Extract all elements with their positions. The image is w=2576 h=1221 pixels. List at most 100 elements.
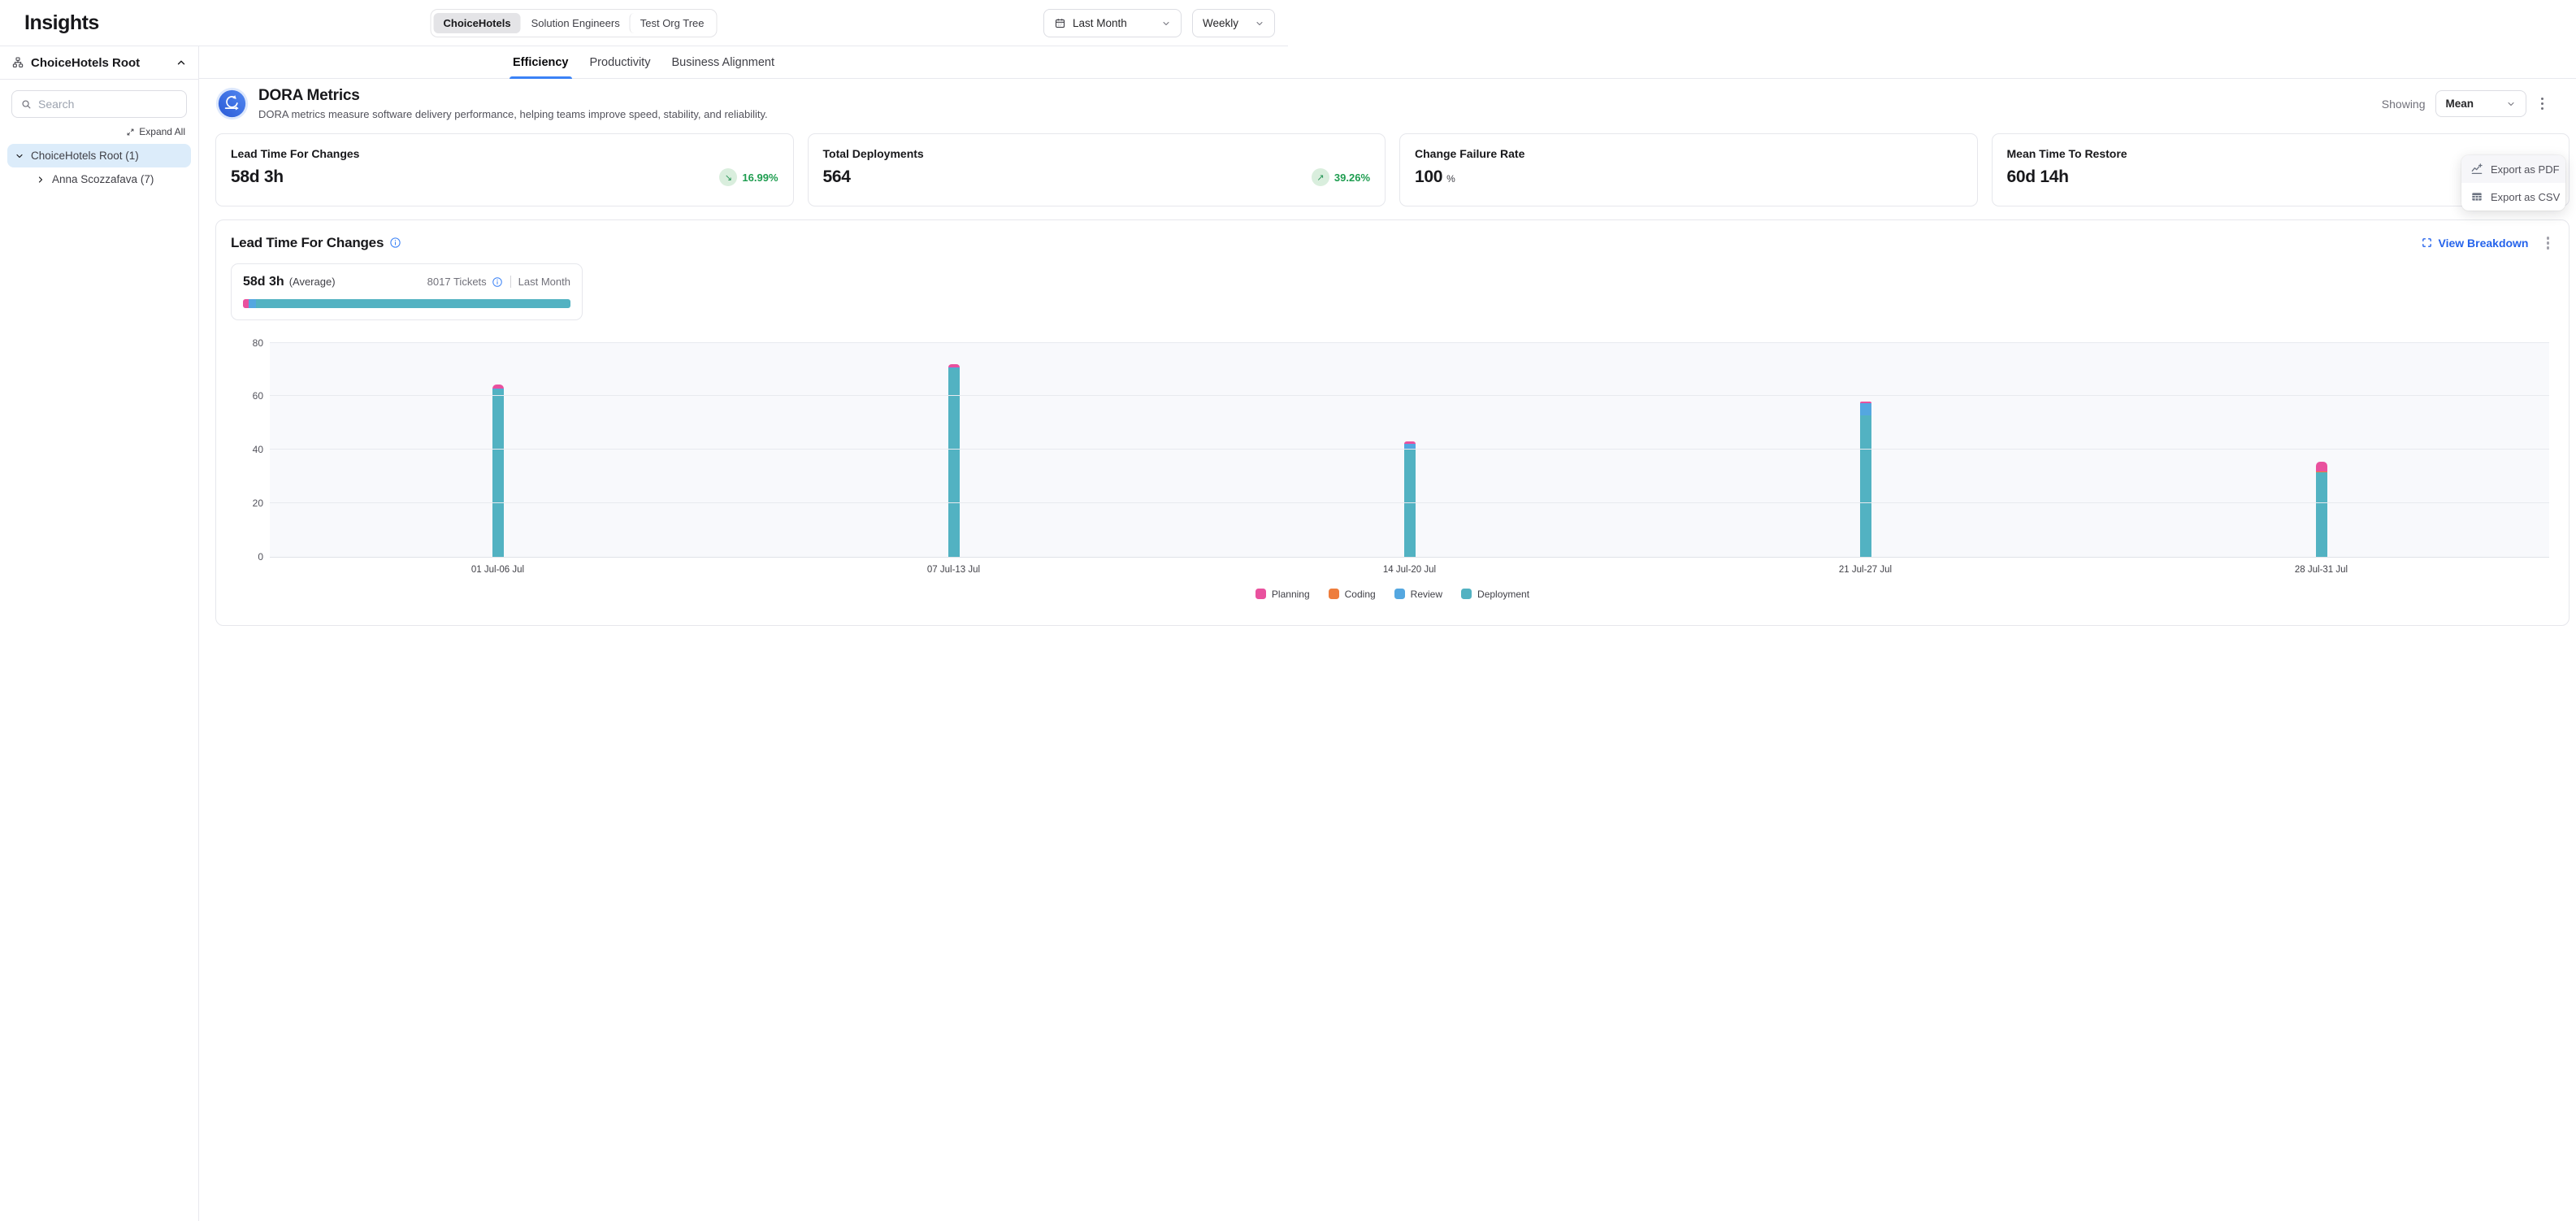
- tab-bar: Efficiency Productivity Business Alignment: [199, 46, 2576, 79]
- bar-segment-deployment: [492, 389, 504, 556]
- search-input[interactable]: [38, 98, 178, 111]
- legend-item-review: Review: [1394, 589, 1442, 600]
- tree-item-label: Anna Scozzafava (7): [52, 173, 154, 185]
- aggregation-dropdown[interactable]: Mean: [2435, 90, 2526, 117]
- chevron-down-icon: [2506, 99, 2516, 109]
- stacked-bar: [1860, 343, 1871, 557]
- metric-card-value-row: 564 ↗39.26%: [823, 167, 1371, 187]
- org-tree-sidebar: ChoiceHotels Root Expand All ChoiceHotel…: [0, 46, 199, 1221]
- expand-all-label: Expand All: [139, 126, 185, 137]
- expand-view-icon: [2421, 237, 2433, 249]
- export-menu: Export as PDFExport as CSV: [2461, 155, 2565, 211]
- tab-label: Business Alignment: [671, 56, 774, 69]
- lead-time-summary-card: 58d 3h (Average) 8017 Tickets Last Month: [231, 263, 583, 320]
- dora-description: DORA metrics measure software delivery p…: [258, 108, 768, 120]
- menu-item-export-as-csv[interactable]: Export as CSV: [2461, 183, 2565, 211]
- tree-item[interactable]: ChoiceHotels Root (1): [7, 144, 191, 167]
- collapse-sidebar-button[interactable]: [176, 57, 187, 68]
- bar-segment-planning: [2316, 462, 2327, 471]
- bar-segment-deployment: [2316, 472, 2327, 556]
- trend-up-icon: ↗: [1312, 168, 1329, 186]
- metric-card-value-row: 58d 3h↘16.99%: [231, 167, 778, 187]
- x-axis-label: 07 Jul-13 Jul: [726, 565, 1182, 575]
- metric-card-value-row: 100%: [1415, 167, 1962, 187]
- summary-value: 58d 3h: [243, 275, 284, 289]
- legend-label: Coding: [1345, 589, 1376, 600]
- metric-card-title: Total Deployments: [823, 147, 1371, 160]
- org-tree-icon: [11, 56, 24, 69]
- stacked-bar: [1404, 343, 1416, 557]
- bar-slot: [1182, 343, 1637, 557]
- metric-card-value: 60d 14h: [2007, 167, 2069, 187]
- expand-all-icon: [126, 128, 135, 137]
- trend-badge: ↘16.99%: [719, 168, 778, 186]
- metric-card: Change Failure Rate 100%: [1399, 133, 1978, 206]
- y-axis-tick-label: 40: [232, 444, 263, 455]
- trend-badge: ↗39.26%: [1312, 168, 1370, 186]
- metric-card-value: 100: [1415, 167, 1442, 187]
- y-axis-tick-label: 80: [232, 337, 263, 349]
- search-icon: [20, 98, 33, 111]
- info-icon[interactable]: [389, 237, 401, 249]
- chevron-right-icon[interactable]: [36, 175, 46, 185]
- tab-efficiency[interactable]: Efficiency: [513, 46, 569, 79]
- org-switcher-option-choicehotels[interactable]: ChoiceHotels: [434, 13, 521, 33]
- view-breakdown-button[interactable]: View Breakdown: [2421, 237, 2528, 250]
- tab-business-alignment[interactable]: Business Alignment: [671, 46, 774, 79]
- view-breakdown-label: View Breakdown: [2438, 237, 2528, 250]
- metric-card-value: 564: [823, 167, 851, 187]
- distribution-segment-review: [249, 299, 256, 308]
- stacked-bar: [948, 343, 960, 557]
- app-header: Insights ChoiceHotelsSolution EngineersT…: [0, 0, 1288, 46]
- page-title: Insights: [24, 11, 99, 35]
- metric-card: Lead Time For Changes 58d 3h↘16.99%: [215, 133, 794, 206]
- gridline: [270, 502, 2549, 503]
- bar-segment-review: [1860, 403, 1871, 415]
- metric-card-title: Lead Time For Changes: [231, 147, 778, 160]
- trend-delta: 16.99%: [742, 172, 778, 184]
- stacked-bar: [2316, 343, 2327, 557]
- menu-item-export-as-pdf[interactable]: Export as PDF: [2461, 155, 2565, 183]
- dora-more-options-button[interactable]: [2536, 94, 2549, 114]
- expand-all-button[interactable]: Expand All: [13, 126, 185, 137]
- period-dropdown[interactable]: Last Month: [1043, 9, 1182, 37]
- metric-card-title: Change Failure Rate: [1415, 147, 1962, 160]
- tree-item[interactable]: Anna Scozzafava (7): [7, 167, 191, 191]
- org-switcher-option-test-org-tree[interactable]: Test Org Tree: [630, 13, 714, 33]
- sidebar-title: ChoiceHotels Root: [31, 56, 169, 70]
- aggregation-dropdown-value: Mean: [2446, 98, 2474, 110]
- info-icon[interactable]: [492, 276, 503, 288]
- org-switcher: ChoiceHotelsSolution EngineersTest Org T…: [431, 9, 718, 37]
- chart-legend: PlanningCodingReviewDeployment: [231, 589, 2554, 600]
- legend-item-planning: Planning: [1255, 589, 1310, 600]
- lead-time-card: Lead Time For Changes V: [215, 219, 2569, 626]
- bar-slot: [270, 343, 726, 557]
- legend-swatch: [1329, 589, 1339, 599]
- tree-item-label: ChoiceHotels Root (1): [31, 150, 139, 162]
- bar-slot: [2093, 343, 2549, 557]
- tab-productivity[interactable]: Productivity: [590, 46, 651, 79]
- search-box: [11, 90, 187, 118]
- table-icon: [2470, 190, 2483, 203]
- chart-more-options-button[interactable]: [2542, 233, 2555, 253]
- metric-card-value-suffix: %: [1446, 173, 1455, 187]
- gridline: [270, 395, 2549, 396]
- main-area: Efficiency Productivity Business Alignment: [199, 46, 2576, 1221]
- x-axis-label: 28 Jul-31 Jul: [2093, 565, 2549, 575]
- org-switcher-option-solution-engineers[interactable]: Solution Engineers: [521, 13, 630, 33]
- org-tree: ChoiceHotels Root (1) Anna Scozzafava (7): [0, 144, 198, 191]
- x-axis-label: 01 Jul-06 Jul: [270, 565, 726, 575]
- metric-card: Total Deployments 564 ↗39.26%: [808, 133, 1386, 206]
- x-axis-label: 21 Jul-27 Jul: [1637, 565, 2093, 575]
- granularity-dropdown-value: Weekly: [1203, 17, 1238, 29]
- granularity-dropdown[interactable]: Weekly: [1192, 9, 1275, 37]
- summary-qualifier: (Average): [289, 276, 336, 288]
- tab-label: Efficiency: [513, 56, 569, 69]
- calendar-icon: [1054, 17, 1066, 29]
- chart-plot-area: 020406080: [270, 342, 2549, 558]
- showing-label: Showing: [2382, 98, 2426, 111]
- legend-swatch: [1461, 589, 1472, 599]
- legend-swatch: [1255, 589, 1266, 599]
- chevron-down-icon[interactable]: [15, 151, 24, 161]
- bar-segment-deployment: [948, 368, 960, 556]
